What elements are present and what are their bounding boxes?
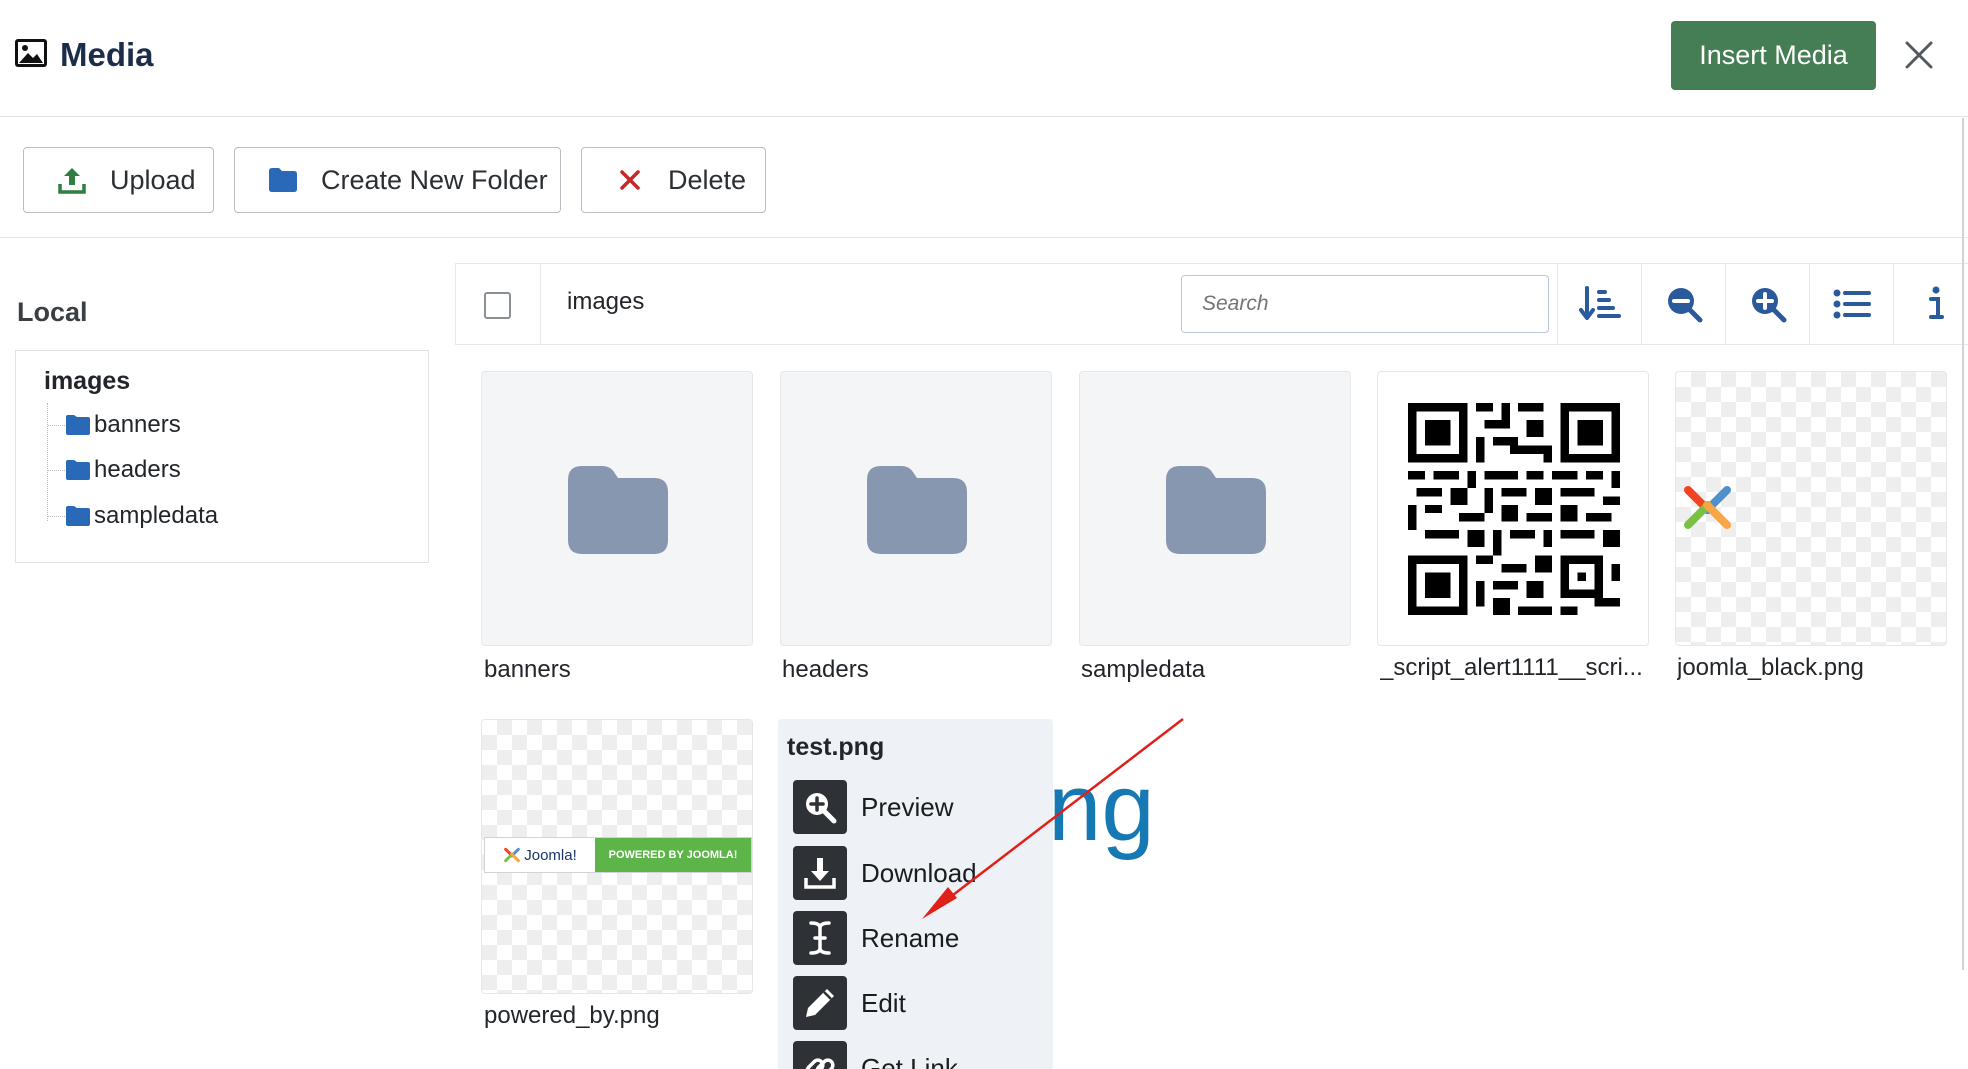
close-icon[interactable] <box>1896 32 1942 78</box>
delete-label: Delete <box>668 164 747 195</box>
delete-icon <box>610 168 650 192</box>
folder-icon <box>867 466 967 559</box>
list-view-icon[interactable] <box>1810 264 1893 344</box>
info-icon[interactable] <box>1894 264 1968 344</box>
sidebar-item-sampledata[interactable]: sampledata <box>48 502 218 530</box>
folder-icon <box>568 466 668 559</box>
qr-code-image <box>1408 403 1620 615</box>
get-link-action[interactable]: Get Link <box>793 1041 958 1069</box>
toolbar: Upload Create New Folder Delete <box>0 117 1968 238</box>
upload-icon <box>52 165 92 195</box>
sidebar-item-banners[interactable]: banners <box>48 411 181 439</box>
sidebar-item-label: sampledata <box>94 502 219 529</box>
delete-button[interactable]: Delete <box>581 147 766 213</box>
rename-action[interactable]: Rename <box>793 911 959 965</box>
sort-icon[interactable] <box>1558 264 1641 344</box>
create-folder-button[interactable]: Create New Folder <box>234 147 561 213</box>
folder-tree: images banners headers sampledata <box>15 350 429 563</box>
context-menu-title: test.png <box>787 733 885 761</box>
download-action[interactable]: Download <box>793 846 977 900</box>
modal-title: Media <box>14 36 154 74</box>
link-icon <box>793 1041 847 1069</box>
breadcrumb[interactable]: images <box>567 288 644 316</box>
rename-icon <box>793 911 847 965</box>
powered-by-text: POWERED BY JOOMLA! <box>595 838 751 872</box>
tree-root-images[interactable]: images <box>44 367 130 396</box>
browser-header: images <box>455 263 1968 345</box>
joomla-logo-text: Joomla! <box>524 846 577 864</box>
modal-header: Media Insert Media <box>0 0 1968 117</box>
item-name[interactable]: joomla_black.png <box>1677 654 1949 682</box>
sidebar-title: Local <box>17 297 88 327</box>
image-tile-joomla-black[interactable] <box>1675 371 1947 646</box>
sidebar-item-label: headers <box>94 456 181 483</box>
search-input[interactable] <box>1181 275 1549 333</box>
action-label: Edit <box>861 987 906 1018</box>
item-name[interactable]: banners <box>484 656 756 684</box>
item-name[interactable]: sampledata <box>1081 656 1353 684</box>
action-label: Preview <box>861 791 954 822</box>
edit-icon <box>793 976 847 1030</box>
folder-tile-banners[interactable] <box>481 371 753 646</box>
upload-label: Upload <box>110 164 196 195</box>
insert-media-button[interactable]: Insert Media <box>1671 21 1876 90</box>
joomla-logo-image <box>1684 486 1731 529</box>
download-icon <box>793 846 847 900</box>
action-label: Download <box>861 857 977 888</box>
item-name[interactable]: powered_by.png <box>484 1002 756 1030</box>
powered-by-badge: Joomla! POWERED BY JOOMLA! <box>484 837 752 873</box>
zoom-out-icon[interactable] <box>1642 264 1725 344</box>
create-folder-label: Create New Folder <box>321 164 548 195</box>
folder-tile-headers[interactable] <box>780 371 1052 646</box>
preview-icon <box>793 780 847 834</box>
sidebar-item-headers[interactable]: headers <box>48 456 181 484</box>
folder-tile-sampledata[interactable] <box>1079 371 1351 646</box>
image-tile-powered-by[interactable]: Joomla! POWERED BY JOOMLA! <box>481 719 753 994</box>
folder-icon <box>263 167 303 193</box>
action-label: Get Link <box>861 1052 958 1069</box>
image-icon <box>14 38 48 73</box>
item-context-menu: test.png Preview Download Rename Edit Ge… <box>778 719 1053 1069</box>
scrollbar[interactable] <box>1962 118 1964 970</box>
image-tile-qr[interactable] <box>1377 371 1649 646</box>
folder-icon <box>65 505 91 527</box>
joomla-logo: Joomla! <box>485 838 595 872</box>
zoom-in-icon[interactable] <box>1726 264 1809 344</box>
test-image-preview: ng <box>1048 754 1155 861</box>
preview-action[interactable]: Preview <box>793 780 953 834</box>
edit-action[interactable]: Edit <box>793 976 906 1030</box>
tree-branch <box>48 515 65 517</box>
page-title: Media <box>60 36 154 73</box>
tree-branch <box>48 424 65 426</box>
tree-branch <box>48 469 65 471</box>
item-name[interactable]: _script_alert1111__scri... <box>1380 654 1652 682</box>
sidebar-item-label: banners <box>94 411 181 438</box>
select-all-checkbox[interactable] <box>484 292 511 319</box>
folder-icon <box>65 414 91 436</box>
divider <box>540 264 541 344</box>
folder-icon <box>1166 466 1266 559</box>
item-name[interactable]: headers <box>782 656 1054 684</box>
upload-button[interactable]: Upload <box>23 147 214 213</box>
folder-icon <box>65 459 91 481</box>
action-label: Rename <box>861 922 960 953</box>
